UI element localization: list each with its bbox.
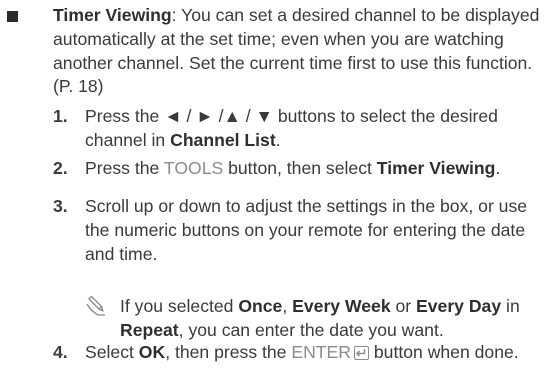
step-text: Press the ◄ / ► /▲ / ▼ buttons to select… <box>85 105 545 153</box>
enter-icon <box>354 346 369 360</box>
note-text-part: or <box>390 296 417 316</box>
note-text-part: If you selected <box>120 296 239 316</box>
step-number: 4. <box>53 342 68 362</box>
step-text: Scroll up or down to adjust the settings… <box>85 196 528 264</box>
channel-list-label: Channel List <box>170 129 276 150</box>
step-number: 3. <box>53 196 68 216</box>
step-text: Select OK, then press the ENTER button w… <box>85 341 545 365</box>
note-text-part: , <box>282 296 293 316</box>
step-text-part: . <box>275 129 281 150</box>
note-text-part: , you can enter the date you want. <box>178 319 444 340</box>
note-text: If you selected Once, Every Week or Ever… <box>120 295 547 343</box>
step-text-part: . <box>495 158 501 178</box>
step-text-part: button when done. <box>369 342 519 362</box>
step-text-part: Press the ◄ / ► /▲ / ▼ buttons to select… <box>85 106 498 150</box>
once-label: Once <box>238 296 283 316</box>
timer-viewing-label: Timer Viewing <box>376 158 496 178</box>
intro-title: Timer Viewing <box>53 5 172 25</box>
step-text: Press the TOOLS button, then select Time… <box>85 157 545 181</box>
every-week-label: Every Week <box>292 296 391 316</box>
note-text-part: in <box>501 296 520 316</box>
step-text-part: button, then select <box>223 158 377 178</box>
enter-button-label: ENTER <box>291 342 351 362</box>
step-text-part: Press the <box>85 158 164 178</box>
step-number: 1. <box>53 106 68 126</box>
pencil-note-icon <box>86 295 108 318</box>
bullet-square <box>7 11 18 22</box>
repeat-label: Repeat <box>120 319 179 340</box>
ok-label: OK <box>138 342 166 362</box>
step-text-part: Select <box>85 342 139 362</box>
every-day-label: Every Day <box>416 296 502 316</box>
tools-button-label: TOOLS <box>163 158 224 178</box>
step-number: 2. <box>53 158 68 178</box>
step-text-part: , then press the <box>165 342 292 362</box>
intro-paragraph: Timer Viewing: You can set a desired cha… <box>53 4 543 99</box>
